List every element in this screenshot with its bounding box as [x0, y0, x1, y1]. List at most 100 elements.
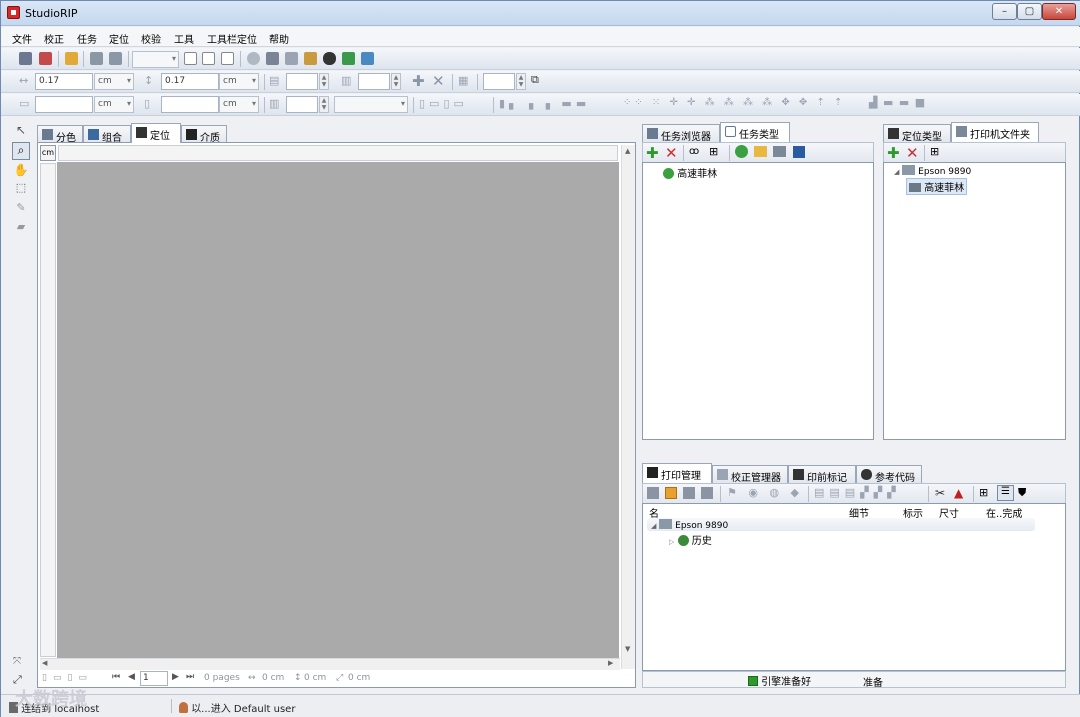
printer-icon[interactable]: [773, 146, 786, 157]
width-input[interactable]: 0.17: [35, 73, 93, 90]
last-page-icon[interactable]: ⏭: [186, 672, 194, 682]
scroll-up-icon[interactable]: ▲: [625, 147, 630, 155]
menu-verify[interactable]: 校验: [141, 31, 161, 46]
palette-icon[interactable]: [304, 52, 317, 65]
menu-help[interactable]: 帮助: [269, 31, 289, 46]
gap-input[interactable]: [286, 96, 318, 113]
delete-icon[interactable]: ✕: [432, 72, 445, 90]
prev-page-icon[interactable]: ◀: [128, 672, 135, 682]
copies-input[interactable]: [286, 73, 318, 90]
scroll-down-icon[interactable]: ▼: [625, 645, 630, 653]
page-copy-icon[interactable]: ⧉: [531, 73, 539, 87]
table-row[interactable]: ▷ 历史: [669, 532, 712, 547]
tab-combine[interactable]: 组合: [83, 125, 131, 144]
rows-spinner[interactable]: ▲ ▼: [391, 73, 401, 90]
cut-icon[interactable]: ✂: [935, 486, 945, 500]
close-button[interactable]: ✕: [1042, 3, 1076, 20]
view-mode-icons[interactable]: ▯▭▯▭: [42, 673, 93, 683]
layout-select[interactable]: [334, 96, 408, 113]
unlink-icon[interactable]: [109, 52, 122, 65]
minimize-button[interactable]: –: [992, 3, 1017, 20]
rotate-icon[interactable]: [247, 52, 260, 65]
tab-prepress-marks[interactable]: 印前标记: [788, 465, 856, 484]
check-icon[interactable]: [735, 145, 748, 158]
tab-task-type[interactable]: 任务类型: [720, 122, 790, 142]
orientation-icons[interactable]: ▯▭▯▭: [419, 97, 468, 110]
tab-printer-folder[interactable]: 打印机文件夹: [951, 122, 1039, 142]
vertical-scrollbar[interactable]: ▲ ▼: [621, 145, 635, 669]
offset-y-input[interactable]: [161, 96, 219, 113]
grid-icon[interactable]: ▦: [458, 74, 468, 87]
tab-calibration-manager[interactable]: 校正管理器: [712, 465, 788, 484]
offset-x-unit-select[interactable]: cm: [94, 96, 134, 113]
next-page-icon[interactable]: ▶: [172, 672, 179, 682]
width-unit-select[interactable]: cm: [94, 73, 134, 90]
delete-icon[interactable]: ✕: [665, 144, 678, 162]
menu-tools[interactable]: 工具: [174, 31, 194, 46]
list-item[interactable]: 高速菲林: [663, 165, 717, 180]
step-spinner[interactable]: ▲ ▼: [516, 73, 526, 90]
menu-task[interactable]: 任务: [77, 31, 97, 46]
page-icon[interactable]: [184, 52, 197, 65]
menu-position[interactable]: 定位: [109, 31, 129, 46]
tab-position[interactable]: 定位: [131, 123, 181, 143]
users-icon[interactable]: [361, 52, 374, 65]
copies-spinner[interactable]: ▲ ▼: [319, 73, 329, 90]
zoom-icon[interactable]: ⌕: [12, 142, 30, 160]
save-icon[interactable]: [793, 146, 805, 158]
hand-icon[interactable]: ✋: [12, 162, 30, 180]
gap-spinner[interactable]: ▲ ▼: [319, 96, 329, 113]
fit-icon[interactable]: ⤧: [13, 656, 29, 672]
play-icon[interactable]: [342, 52, 355, 65]
maximize-button[interactable]: ▢: [1017, 3, 1042, 20]
scroll-left-icon[interactable]: ◀: [42, 659, 47, 667]
table-row[interactable]: ◢ Epson 9890: [647, 518, 1035, 531]
offset-x-input[interactable]: [35, 96, 93, 113]
preview-icon[interactable]: ⛊: [1018, 486, 1026, 500]
offset-y-unit-select[interactable]: cm: [219, 96, 259, 113]
ruler-unit-button[interactable]: cm: [40, 145, 56, 161]
add-icon[interactable]: ✚: [646, 144, 659, 162]
collapse-icon[interactable]: ◢: [894, 168, 899, 176]
folder-icon[interactable]: [65, 52, 78, 65]
job-action-icons[interactable]: ⚑ ◉ ◍ ◆: [727, 486, 803, 499]
menu-file[interactable]: 文件: [12, 31, 32, 46]
tab-reference-code[interactable]: 参考代码: [856, 465, 922, 484]
canvas-workspace[interactable]: [57, 162, 619, 658]
find-icon[interactable]: ꝏ: [689, 146, 699, 157]
tab-task-browser[interactable]: 任务浏览器: [642, 124, 720, 143]
stamp-icon[interactable]: ▰: [12, 219, 30, 237]
add-icon[interactable]: ✚: [412, 72, 425, 90]
tab-print-manager[interactable]: 打印管理: [642, 463, 712, 483]
properties-icon[interactable]: ⊞: [979, 486, 988, 499]
play-icon[interactable]: [647, 487, 659, 499]
fill-icons[interactable]: ▟ ▬ ▬ ■: [869, 96, 926, 109]
tab-position-type[interactable]: 定位类型: [883, 124, 951, 143]
properties-icon[interactable]: ⊞: [709, 145, 718, 158]
link-icon[interactable]: [90, 52, 103, 65]
zoom-select[interactable]: [132, 51, 179, 68]
fit-width-icon[interactable]: [221, 52, 234, 65]
tree-node-profile[interactable]: 高速菲林: [906, 178, 968, 195]
scroll-right-icon[interactable]: ▶: [608, 659, 613, 667]
marks-icons[interactable]: ⁘⁘ ⁙ ✛ ✛ ⁂ ⁂ ⁂ ⁂ ✥ ✥ ⇡ ⇡: [623, 97, 845, 108]
expand-icon[interactable]: ▷: [669, 538, 674, 546]
tab-media[interactable]: 介质: [181, 125, 227, 144]
cancel-icon[interactable]: [701, 487, 713, 499]
stop-icon[interactable]: [683, 487, 695, 499]
menu-toolbar-position[interactable]: 工具栏定位: [207, 31, 257, 46]
edit-icon[interactable]: ✎: [12, 200, 30, 218]
remove-icon[interactable]: [39, 52, 52, 65]
pause-icon[interactable]: [665, 487, 677, 499]
height-input[interactable]: 0.17: [161, 73, 219, 90]
first-page-icon[interactable]: ⏮: [112, 672, 120, 682]
align-icons[interactable]: ▮▖ ▖▗ ▬▬: [499, 97, 590, 110]
layout-icons[interactable]: ▤▤▤▞▞▞: [814, 486, 901, 499]
tab-separation[interactable]: 分色: [37, 125, 83, 144]
add-icon[interactable]: ✚: [887, 144, 900, 162]
g-icon[interactable]: [323, 52, 336, 65]
print-icon[interactable]: [266, 52, 279, 65]
import-icon[interactable]: [19, 52, 32, 65]
rows-input[interactable]: [358, 73, 390, 90]
tree-node-printer[interactable]: ◢ Epson 9890: [894, 165, 971, 177]
